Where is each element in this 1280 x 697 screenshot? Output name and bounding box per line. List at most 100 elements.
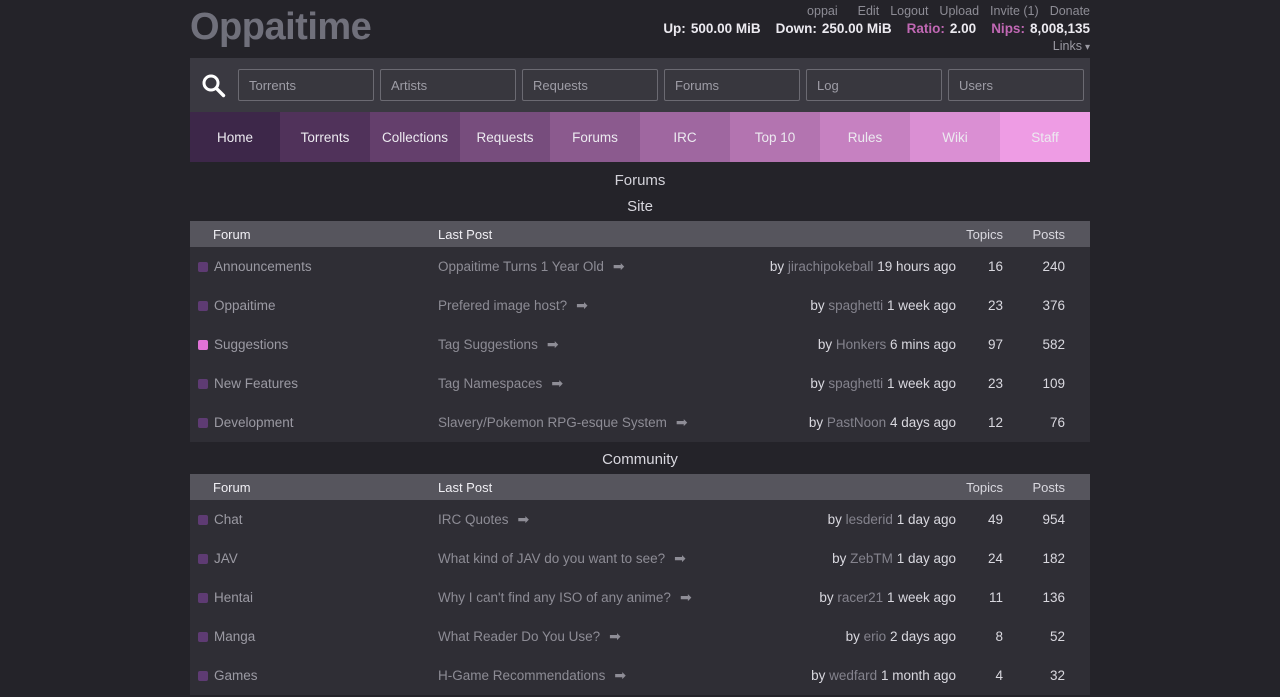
- goto-last-post-icon[interactable]: ➡: [518, 511, 530, 528]
- header-link-invite-1[interactable]: Invite (1): [990, 4, 1039, 18]
- nav-item-torrents[interactable]: Torrents: [280, 112, 370, 162]
- goto-last-post-icon[interactable]: ➡: [614, 667, 626, 684]
- forum-link[interactable]: Games: [214, 668, 258, 683]
- nav-item-rules[interactable]: Rules: [820, 112, 910, 162]
- header-link-logout[interactable]: Logout: [890, 4, 928, 18]
- lastpost-topic-link[interactable]: Tag Namespaces: [438, 376, 542, 391]
- forum-row-chat: ChatIRC Quotes➡by lesderid 1 day ago4995…: [190, 500, 1090, 539]
- column-header-posts: Posts: [1003, 227, 1090, 242]
- lastpost-byline: by ZebTM 1 day ago: [832, 551, 956, 566]
- stat-value: 500.00 MiB: [691, 21, 761, 36]
- topics-count: 8: [958, 629, 1003, 644]
- lastpost-user-link[interactable]: wedfard: [829, 668, 877, 683]
- topics-count: 23: [958, 376, 1003, 391]
- posts-count: 582: [1003, 337, 1090, 352]
- main-nav: HomeTorrentsCollectionsRequestsForumsIRC…: [190, 112, 1090, 162]
- header-link-upload[interactable]: Upload: [939, 4, 979, 18]
- lastpost-cell: What kind of JAV do you want to see? ➡ by …: [438, 550, 958, 567]
- nav-item-home[interactable]: Home: [190, 112, 280, 162]
- posts-count: 954: [1003, 512, 1090, 527]
- search-input-torrents[interactable]: [238, 69, 374, 101]
- lastpost-user-link[interactable]: ZebTM: [850, 551, 893, 566]
- forum-cell: New Features: [190, 376, 438, 391]
- forum-link[interactable]: Announcements: [214, 259, 312, 274]
- lastpost-topic-link[interactable]: IRC Quotes: [438, 512, 509, 527]
- stat-value: 250.00 MiB: [822, 21, 892, 36]
- nav-item-wiki[interactable]: Wiki: [910, 112, 1000, 162]
- forum-link[interactable]: JAV: [214, 551, 238, 566]
- lastpost-topic-link[interactable]: Oppaitime Turns 1 Year Old: [438, 259, 604, 274]
- lastpost-cell: What Reader Do You Use?➡by erio 2 days a…: [438, 628, 958, 645]
- forum-bullet-icon: [198, 632, 208, 642]
- nav-item-collections[interactable]: Collections: [370, 112, 460, 162]
- forum-bullet-icon: [198, 379, 208, 389]
- header-link-donate[interactable]: Donate: [1050, 4, 1090, 18]
- links-dropdown-label: Links: [1053, 39, 1082, 53]
- lastpost-topic-link[interactable]: Tag Suggestions: [438, 337, 538, 352]
- lastpost-topic: Oppaitime Turns 1 Year Old ➡: [438, 258, 625, 275]
- lastpost-user-link[interactable]: jirachipokeball: [788, 259, 874, 274]
- forum-cell: JAV: [190, 551, 438, 566]
- lastpost-user-link[interactable]: spaghetti: [828, 298, 883, 313]
- nav-item-staff[interactable]: Staff: [1000, 112, 1090, 162]
- forum-row-oppaitime: OppaitimePrefered image host?➡by spaghet…: [190, 286, 1090, 325]
- goto-last-post-icon[interactable]: ➡: [674, 550, 686, 567]
- links-dropdown[interactable]: Links▾: [1053, 39, 1090, 53]
- forum-link[interactable]: Development: [214, 415, 294, 430]
- goto-last-post-icon[interactable]: ➡: [609, 628, 621, 645]
- lastpost-topic: H-Game Recommendations ➡: [438, 667, 626, 684]
- forum-link[interactable]: Chat: [214, 512, 243, 527]
- forum-cell: Announcements: [190, 259, 438, 274]
- goto-last-post-icon[interactable]: ➡: [680, 589, 692, 606]
- search-input-users[interactable]: [948, 69, 1084, 101]
- goto-last-post-icon[interactable]: ➡: [547, 336, 559, 353]
- search-input-artists[interactable]: [380, 69, 516, 101]
- goto-last-post-icon[interactable]: ➡: [551, 375, 563, 392]
- user-stats: Up:500.00 MiBDown:250.00 MiBRatio:2.00Ni…: [663, 21, 1090, 36]
- lastpost-topic-link[interactable]: What kind of JAV do you want to see?: [438, 551, 665, 566]
- forum-link[interactable]: Hentai: [214, 590, 253, 605]
- search-input-log[interactable]: [806, 69, 942, 101]
- lastpost-user-link[interactable]: racer21: [837, 590, 883, 605]
- forum-row-games: Games H-Game Recommendations ➡ by wedfard 1…: [190, 656, 1090, 695]
- lastpost-topic-link[interactable]: H-Game Recommendations: [438, 668, 605, 683]
- header-link-edit[interactable]: Edit: [858, 4, 880, 18]
- forum-link[interactable]: Manga: [214, 629, 255, 644]
- topics-count: 16: [958, 259, 1003, 274]
- lastpost-user-link[interactable]: spaghetti: [828, 376, 883, 391]
- nav-item-top-10[interactable]: Top 10: [730, 112, 820, 162]
- chevron-down-icon: ▾: [1085, 42, 1090, 53]
- goto-last-post-icon[interactable]: ➡: [576, 297, 588, 314]
- stat-label: Ratio:: [907, 21, 945, 36]
- forum-link[interactable]: Suggestions: [214, 337, 288, 352]
- search-input-requests[interactable]: [522, 69, 658, 101]
- lastpost-topic-link[interactable]: Prefered image host?: [438, 298, 567, 313]
- search-input-forums[interactable]: [664, 69, 800, 101]
- nav-item-forums[interactable]: Forums: [550, 112, 640, 162]
- lastpost-topic-link[interactable]: Slavery/Pokemon RPG-esque System: [438, 415, 667, 430]
- topics-count: 23: [958, 298, 1003, 313]
- topics-count: 4: [958, 668, 1003, 683]
- lastpost-topic-link[interactable]: What Reader Do You Use?: [438, 629, 600, 644]
- forum-bullet-icon: [198, 515, 208, 525]
- forum-link[interactable]: New Features: [214, 376, 298, 391]
- lastpost-byline: by wedfard 1 month ago: [811, 668, 956, 683]
- column-header-forum: Forum: [190, 227, 438, 242]
- lastpost-user-link[interactable]: PastNoon: [827, 415, 886, 430]
- nav-item-requests[interactable]: Requests: [460, 112, 550, 162]
- forum-bullet-icon: [198, 554, 208, 564]
- lastpost-topic: Tag Namespaces ➡: [438, 375, 563, 392]
- lastpost-user-link[interactable]: lesderid: [846, 512, 893, 527]
- lastpost-topic-link[interactable]: Why I can't find any ISO of any anime?: [438, 590, 671, 605]
- site-logo[interactable]: Oppaitime: [190, 0, 371, 50]
- lastpost-user-link[interactable]: erio: [864, 629, 887, 644]
- goto-last-post-icon[interactable]: ➡: [676, 414, 688, 431]
- forum-row-jav: JAV What kind of JAV do you want to see? ➡…: [190, 539, 1090, 578]
- lastpost-user-link[interactable]: Honkers: [836, 337, 886, 352]
- nav-item-irc[interactable]: IRC: [640, 112, 730, 162]
- goto-last-post-icon[interactable]: ➡: [613, 258, 625, 275]
- search-icon[interactable]: [200, 72, 227, 99]
- username-link[interactable]: oppai: [807, 4, 838, 18]
- top-header: Oppaitime oppai Edit Logout Upload Invite (1…: [190, 0, 1090, 58]
- forum-link[interactable]: Oppaitime: [214, 298, 276, 313]
